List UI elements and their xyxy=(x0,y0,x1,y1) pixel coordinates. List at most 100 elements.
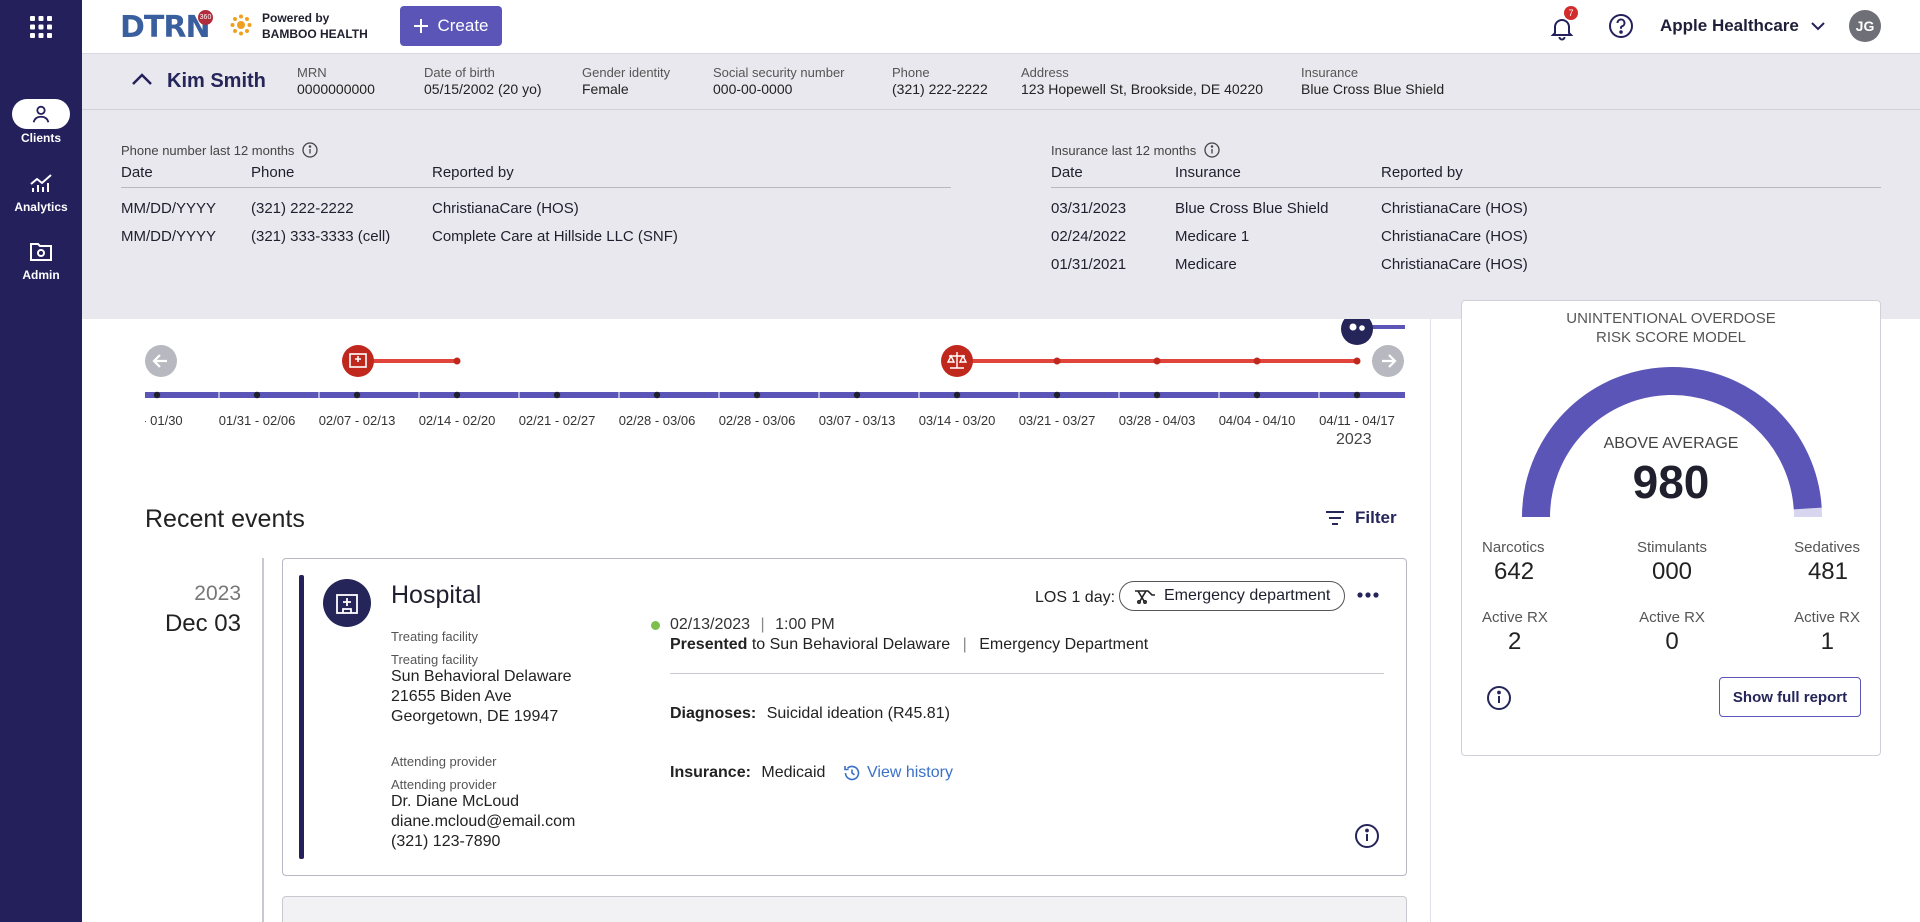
info-icon[interactable] xyxy=(302,142,319,158)
risk-title: UNINTENTIONAL OVERDOSE RISK SCORE MODEL xyxy=(1462,309,1880,347)
hospital-event-marker[interactable] xyxy=(342,345,374,377)
legal-scale-icon[interactable] xyxy=(941,345,973,377)
metric-value: 642 xyxy=(1494,558,1535,585)
event-diagnoses: Diagnoses: Suicidal ideation (R45.81) xyxy=(670,705,950,723)
timeline-week-dot xyxy=(353,391,361,399)
create-button[interactable]: Create xyxy=(400,6,502,46)
rx-label: Active RX xyxy=(1482,609,1548,626)
timeline-week-label: 02/14 - 02/20 xyxy=(419,413,496,428)
app-grid-icon[interactable] xyxy=(29,15,53,39)
field-value: 123 Hopewell St, Brookside, DE 40220 xyxy=(1021,81,1264,97)
timeline-dot xyxy=(1353,357,1361,365)
event-year: 2023 xyxy=(194,582,241,605)
insurance-label: Insurance: xyxy=(670,764,751,781)
timeline-week-dot xyxy=(1053,391,1061,399)
nav-item-analytics[interactable]: Analytics xyxy=(0,168,82,214)
column-header: Date xyxy=(1051,164,1083,181)
table-cell: Complete Care at Hillside LLC (SNF) xyxy=(432,228,678,245)
hospital-event-card[interactable]: Hospital Treating facility Treating faci… xyxy=(282,558,1407,876)
patient-name: Kim Smith xyxy=(167,70,266,92)
history-title-text: Insurance last 12 months xyxy=(1051,142,1197,158)
view-history-link[interactable]: View history xyxy=(843,764,953,782)
nav-item-admin[interactable]: Admin xyxy=(0,236,82,282)
timeline-week-dot xyxy=(253,391,261,399)
datetime-separator: | xyxy=(760,616,765,633)
column-header: Reported by xyxy=(1381,164,1463,181)
chevron-up-icon[interactable] xyxy=(130,68,154,92)
column-header: Insurance xyxy=(1175,164,1241,181)
left-nav-rail: Clients Analytics Admin xyxy=(0,0,82,922)
timeline-week-dot xyxy=(753,391,761,399)
filter-button[interactable]: Filter xyxy=(1325,508,1397,528)
provider-phone: (321) 123-7890 xyxy=(391,833,501,850)
events-timeline: 4 - 01/30 01/31 - 02/06 02/07 - 02/13 02/14… xyxy=(145,319,1405,428)
presented-department: Emergency Department xyxy=(979,636,1149,653)
timeline-week-label: 01/31 - 02/06 xyxy=(219,413,296,428)
org-selector[interactable]: Apple Healthcare xyxy=(1660,16,1825,36)
plus-icon xyxy=(414,19,429,33)
next-event-card[interactable] xyxy=(282,896,1407,922)
phone-history-title: Phone number last 12 months xyxy=(121,142,951,158)
timeline-week-label: 02/21 - 02/27 xyxy=(519,413,596,428)
timeline-next-button[interactable] xyxy=(1372,345,1404,377)
timeline-week-dot xyxy=(1253,391,1261,399)
history-icon xyxy=(844,765,860,781)
top-bar: DTRN 360 Powered by BAMBOO HEALTH Create… xyxy=(82,0,1920,54)
rx-value: 2 xyxy=(1508,628,1522,655)
timeline-week-dot xyxy=(653,391,661,399)
metric-value: 481 xyxy=(1807,558,1848,585)
event-datetime: 02/13/2023 | 1:00 PM xyxy=(670,616,835,634)
table-cell: ChristianaCare (HOS) xyxy=(1381,228,1528,245)
logo-badge: 360 xyxy=(198,10,213,25)
nav-item-label: Analytics xyxy=(14,200,68,214)
department-chip: Emergency department xyxy=(1119,581,1346,611)
metric-label: Narcotics xyxy=(1482,539,1545,556)
timeline-week-label: 03/21 - 03/27 xyxy=(1019,413,1096,428)
field-value: 0000000000 xyxy=(297,81,375,97)
filter-icon xyxy=(1326,511,1344,525)
metric-label: Stimulants xyxy=(1636,539,1708,556)
show-full-report-button[interactable]: Show full report xyxy=(1719,677,1861,717)
stretcher-icon xyxy=(1135,590,1155,604)
recent-events-title: Recent events xyxy=(145,505,305,533)
timeline-week-label: 4 - 01/30 xyxy=(145,413,183,428)
nav-item-clients[interactable]: Clients xyxy=(0,99,82,145)
info-icon[interactable] xyxy=(1486,685,1512,711)
info-icon[interactable] xyxy=(1354,823,1380,849)
field-value: (321) 222-2222 xyxy=(892,81,988,97)
people-event-marker[interactable] xyxy=(1341,319,1405,345)
provider-email: diane.mcloud@email.com xyxy=(391,813,576,830)
user-icon xyxy=(32,105,50,123)
info-icon[interactable] xyxy=(1204,142,1220,158)
metric-sedatives: Sedatives 481 xyxy=(1794,539,1860,586)
event-type-title: Hospital xyxy=(391,581,482,609)
timeline-week-dot xyxy=(1353,391,1361,399)
table-cell: (321) 333-3333 (cell) xyxy=(251,228,391,245)
timeline-prev-button[interactable] xyxy=(145,345,177,377)
table-header-row: Date Phone Reported by xyxy=(121,164,951,188)
timeline-week-label: 02/28 - 03/06 xyxy=(619,413,696,428)
more-options-icon[interactable] xyxy=(1355,585,1381,605)
column-header: Phone xyxy=(251,164,295,181)
insurance-history: Insurance last 12 months Date Insurance … xyxy=(1051,142,1881,273)
timeline-week-label: 03/14 - 03/20 xyxy=(919,413,996,428)
events-vertical-line xyxy=(262,558,264,922)
patient-field-address: Address 123 Hopewell St, Brookside, DE 4… xyxy=(1021,64,1263,98)
treating-label-secondary: Treating facility xyxy=(391,652,478,667)
treating-label: Treating facility xyxy=(391,629,478,644)
event-date: 2023 Dec 03 xyxy=(145,582,241,638)
timeline-week-label: 04/04 - 04/10 xyxy=(1219,413,1296,428)
powered-by: Powered by BAMBOO HEALTH xyxy=(262,10,368,42)
table-cell: Blue Cross Blue Shield xyxy=(1175,200,1329,217)
help-icon[interactable] xyxy=(1608,13,1634,39)
app-logo[interactable]: DTRN xyxy=(120,10,211,45)
field-label: Phone xyxy=(892,65,930,80)
nav-item-label: Admin xyxy=(22,268,60,282)
risk-score: 980 xyxy=(1632,456,1710,508)
avatar[interactable]: JG xyxy=(1849,10,1881,42)
history-title-text: Phone number last 12 months xyxy=(121,142,295,158)
risk-level: ABOVE AVERAGE xyxy=(1603,435,1739,452)
field-label: Gender identity xyxy=(582,65,671,80)
timeline-week-dot xyxy=(553,391,561,399)
patient-details-panel: Kim Smith MRN 0000000000 Date of birth 0… xyxy=(82,54,1920,319)
